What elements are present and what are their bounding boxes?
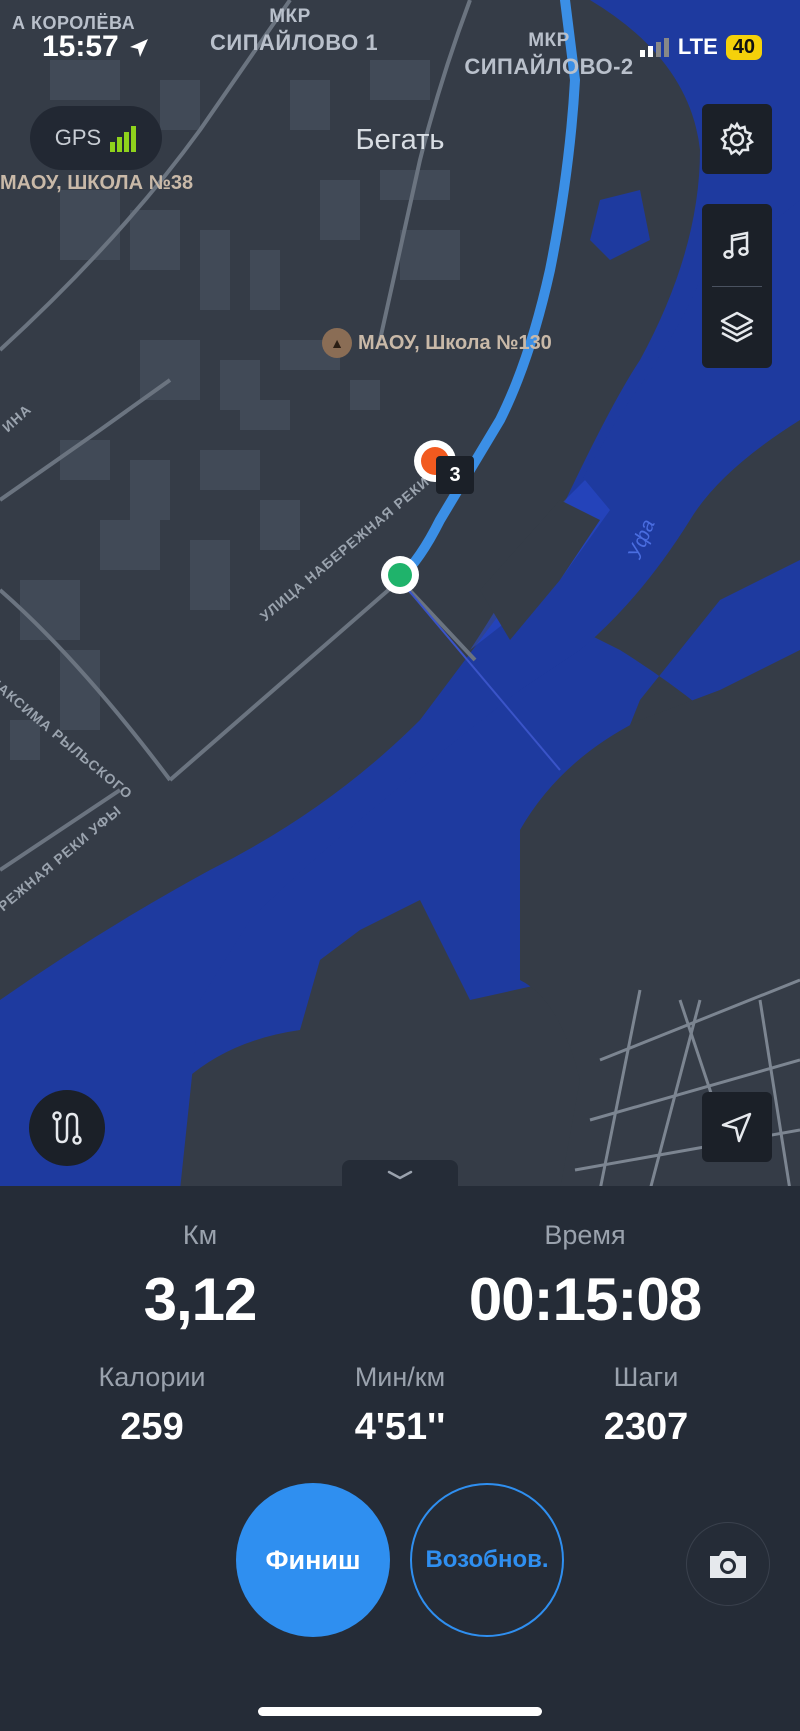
start-marker	[381, 556, 419, 594]
finish-button[interactable]: Финиш	[236, 1483, 390, 1637]
camera-icon	[710, 1551, 746, 1578]
calories-value: 259	[120, 1406, 184, 1448]
gear-icon	[720, 121, 755, 156]
school-label: МАОУ, ШКОЛА №38	[0, 172, 194, 194]
chevron-down-icon	[387, 1170, 413, 1180]
map-view[interactable]: А КОРОЛЁВА МКР СИПАЙЛОВО 1 МКР СИПАЙЛОВО…	[0, 0, 800, 1190]
route-icon	[52, 1111, 82, 1145]
steps-value: 2307	[603, 1406, 689, 1448]
music-note-icon	[723, 230, 749, 259]
time-value: 00:15:08	[468, 1266, 702, 1333]
map-tools-panel	[702, 204, 772, 368]
network-label: LTE	[677, 34, 718, 59]
calories-label: Калории	[98, 1362, 206, 1392]
layers-icon	[720, 311, 754, 342]
route-button[interactable]	[29, 1090, 105, 1166]
district-label: МКР СИПАЙЛОВО 1	[210, 6, 379, 55]
distance-label: Км	[182, 1220, 218, 1250]
resume-button[interactable]: Возобнов.	[410, 1483, 564, 1637]
signal-icon	[639, 38, 669, 57]
navigation-arrow-icon	[721, 1112, 752, 1143]
pace-value: 4'51''	[354, 1406, 446, 1448]
pace-label: Мин/км	[354, 1362, 446, 1392]
settings-button[interactable]	[702, 104, 772, 174]
distance-value: 3,12	[143, 1266, 258, 1333]
school-poi[interactable]: ▲ МАОУ, Школа №130	[322, 328, 552, 358]
home-indicator	[258, 1707, 542, 1716]
battery-level: 40	[725, 34, 762, 60]
school-icon: ▲	[322, 328, 352, 358]
steps-label: Шаги	[613, 1362, 679, 1392]
time-label: Время	[544, 1220, 626, 1250]
status-indicators: LTE 40	[639, 34, 762, 60]
status-time: 15:57	[42, 30, 151, 64]
page-title: Бегать	[355, 124, 445, 156]
district-label: МКР СИПАЙЛОВО-2	[464, 30, 634, 79]
locate-button[interactable]	[702, 1092, 772, 1162]
camera-button[interactable]	[686, 1522, 770, 1606]
km-marker: 3	[436, 456, 474, 494]
layers-button[interactable]	[702, 287, 772, 367]
location-arrow-icon	[130, 39, 149, 58]
school-label: МАОУ, Школа №130	[358, 331, 552, 354]
music-button[interactable]	[702, 206, 772, 286]
